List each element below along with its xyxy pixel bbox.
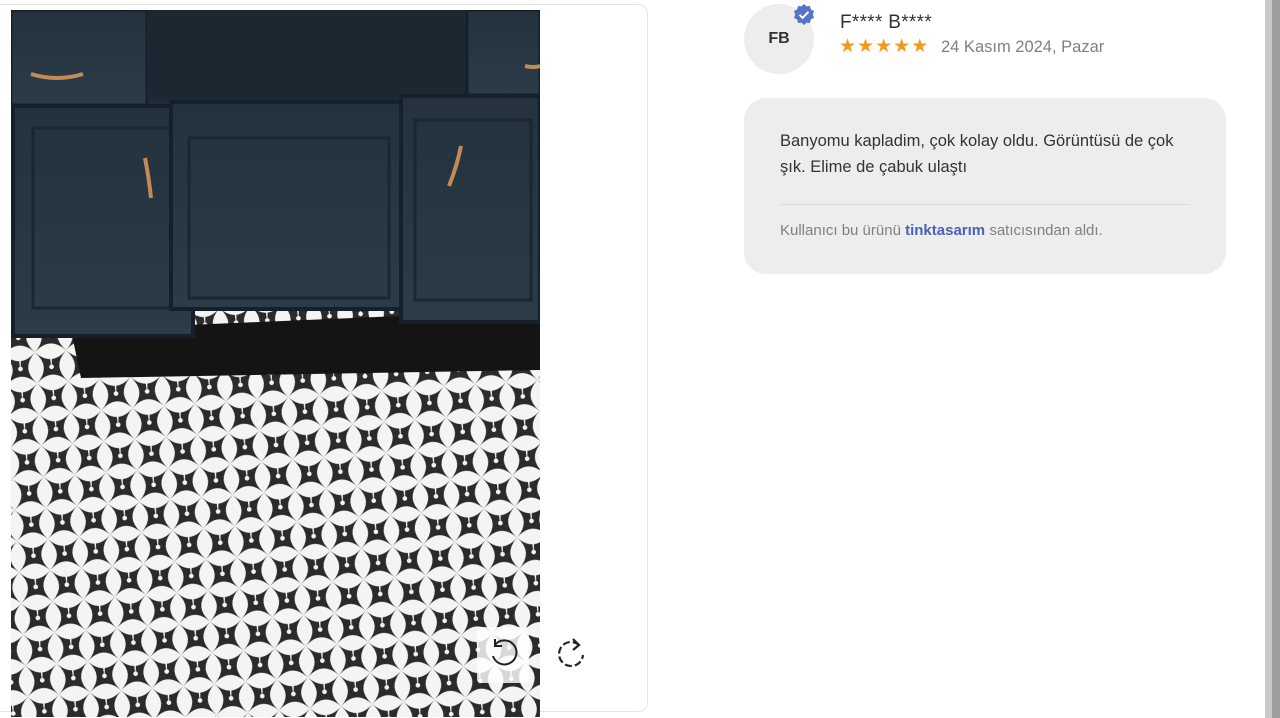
seller-info: Kullanıcı bu ürünü tinktasarım satıcısın… xyxy=(780,222,1103,239)
image-viewer xyxy=(0,4,648,717)
star-rating: ★ ★ ★ ★ ★ xyxy=(839,37,928,57)
review-bubble: Banyomu kapladim, çok kolay oldu. Görünt… xyxy=(744,98,1226,274)
seller-suffix: satıcısından aldı. xyxy=(989,222,1103,239)
seller-prefix: Kullanıcı bu ürünü xyxy=(780,222,901,239)
review-screen: FB F**** B**** ★ ★ ★ ★ ★ 24 Kasım 2024, … xyxy=(0,0,1280,718)
review-text: Banyomu kapladim, çok kolay oldu. Görünt… xyxy=(780,132,1174,176)
divider xyxy=(780,204,1190,205)
verified-badge-icon xyxy=(792,3,816,27)
star-icon: ★ xyxy=(839,36,857,57)
star-icon: ★ xyxy=(911,36,929,57)
rotate-counterclockwise-icon xyxy=(486,636,520,675)
star-icon: ★ xyxy=(893,36,911,57)
reviewer-name: F**** B**** xyxy=(840,12,933,33)
review-photo[interactable] xyxy=(11,10,540,717)
review-date: 24 Kasım 2024, Pazar xyxy=(941,38,1105,56)
seller-link[interactable]: tinktasarım xyxy=(905,222,985,239)
avatar-initials: FB xyxy=(768,30,790,47)
star-icon: ★ xyxy=(857,36,875,57)
screen-edge-inner xyxy=(1272,0,1280,718)
rotate-clockwise-icon xyxy=(553,635,589,676)
rotate-left-button[interactable] xyxy=(477,627,529,683)
rotate-right-button[interactable] xyxy=(545,627,597,683)
star-icon: ★ xyxy=(875,36,893,57)
